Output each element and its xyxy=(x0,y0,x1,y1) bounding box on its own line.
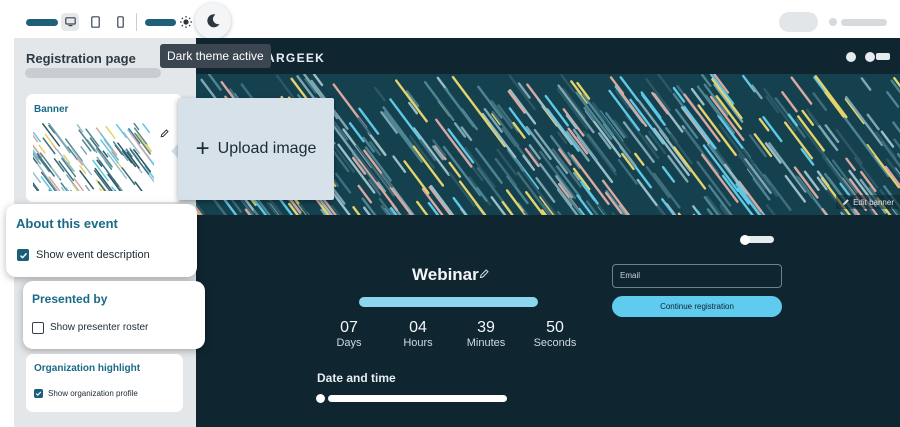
countdown-days-label: Days xyxy=(336,337,362,349)
progress-bar xyxy=(359,297,538,307)
about-event-card: About this event Show event description xyxy=(6,204,197,277)
email-input[interactable]: Email xyxy=(612,264,782,288)
tablet-view-icon[interactable] xyxy=(86,13,104,31)
edit-banner-pencil-icon[interactable] xyxy=(160,128,170,138)
mobile-view-icon[interactable] xyxy=(111,13,129,31)
header-dot xyxy=(846,52,856,62)
toolbar-placeholder-pill xyxy=(841,19,887,26)
event-title: Webinar xyxy=(412,265,479,284)
sidebar-title: Registration page xyxy=(26,51,136,66)
countdown-hours-value: 04 xyxy=(409,319,427,336)
upload-image-button[interactable]: + Upload image xyxy=(178,98,334,200)
organization-highlight-card: Organization highlight Show organization… xyxy=(26,354,183,412)
show-organization-profile-label: Show organization profile xyxy=(48,389,138,398)
show-organization-profile-checkbox[interactable] xyxy=(34,389,43,398)
page-preview: ARGEEK Edit banner Webinar 07 Days 04 Ho… xyxy=(196,38,900,427)
presented-by-card: Presented by Show presenter roster xyxy=(23,281,205,349)
toolbar-placeholder-pill xyxy=(26,19,58,26)
preview-control-knob[interactable] xyxy=(740,235,750,245)
brand-logo-text: ARGEEK xyxy=(266,51,326,65)
date-time-heading: Date and time xyxy=(317,371,396,385)
organization-highlight-title: Organization highlight xyxy=(34,363,141,374)
dark-theme-toggle[interactable] xyxy=(195,3,231,39)
toolbar-divider xyxy=(136,13,137,31)
app-root: ARGEEK Edit banner Webinar 07 Days 04 Ho… xyxy=(0,0,900,427)
countdown-minutes-label: Minutes xyxy=(466,337,506,349)
countdown-seconds-value: 50 xyxy=(546,319,564,336)
countdown-hours-label: Hours xyxy=(403,337,433,349)
show-presenter-roster-checkbox[interactable] xyxy=(32,322,44,334)
checkmark-icon xyxy=(35,391,42,397)
status-dot xyxy=(829,18,837,26)
toolbar-right-button[interactable] xyxy=(779,12,818,32)
banner-card-title: Banner xyxy=(34,104,69,115)
top-toolbar xyxy=(0,0,900,40)
show-event-description-checkbox[interactable] xyxy=(17,249,29,261)
header-dot xyxy=(865,52,875,62)
date-time-dot xyxy=(316,394,325,403)
checkmark-icon xyxy=(19,252,27,259)
upload-image-label: Upload image xyxy=(217,140,317,157)
date-time-placeholder xyxy=(328,395,507,402)
edit-banner-label: Edit banner xyxy=(853,197,894,207)
desktop-view-icon[interactable] xyxy=(61,13,79,31)
banner-card: Banner xyxy=(26,94,182,202)
plus-icon: + xyxy=(195,135,210,162)
toolbar-placeholder-pill xyxy=(145,19,176,26)
moon-icon xyxy=(207,14,220,28)
continue-registration-button[interactable]: Continue registration xyxy=(612,296,782,317)
header-toggle xyxy=(876,53,890,60)
countdown-days-value: 07 xyxy=(340,319,358,336)
about-event-title: About this event xyxy=(16,216,118,231)
presented-by-title: Presented by xyxy=(32,292,108,306)
countdown-seconds-label: Seconds xyxy=(533,337,577,349)
theme-tooltip: Dark theme active xyxy=(160,44,271,68)
edit-title-pencil-icon[interactable] xyxy=(479,268,490,279)
show-event-description-label: Show event description xyxy=(36,249,150,261)
banner-thumbnail[interactable] xyxy=(33,123,154,191)
sun-icon[interactable] xyxy=(178,14,194,30)
edit-banner-button[interactable]: Edit banner xyxy=(836,195,900,209)
pencil-icon xyxy=(843,199,849,205)
show-presenter-roster-label: Show presenter roster xyxy=(50,322,149,333)
countdown-minutes-value: 39 xyxy=(477,319,495,336)
sidebar-placeholder-pill xyxy=(25,68,161,78)
